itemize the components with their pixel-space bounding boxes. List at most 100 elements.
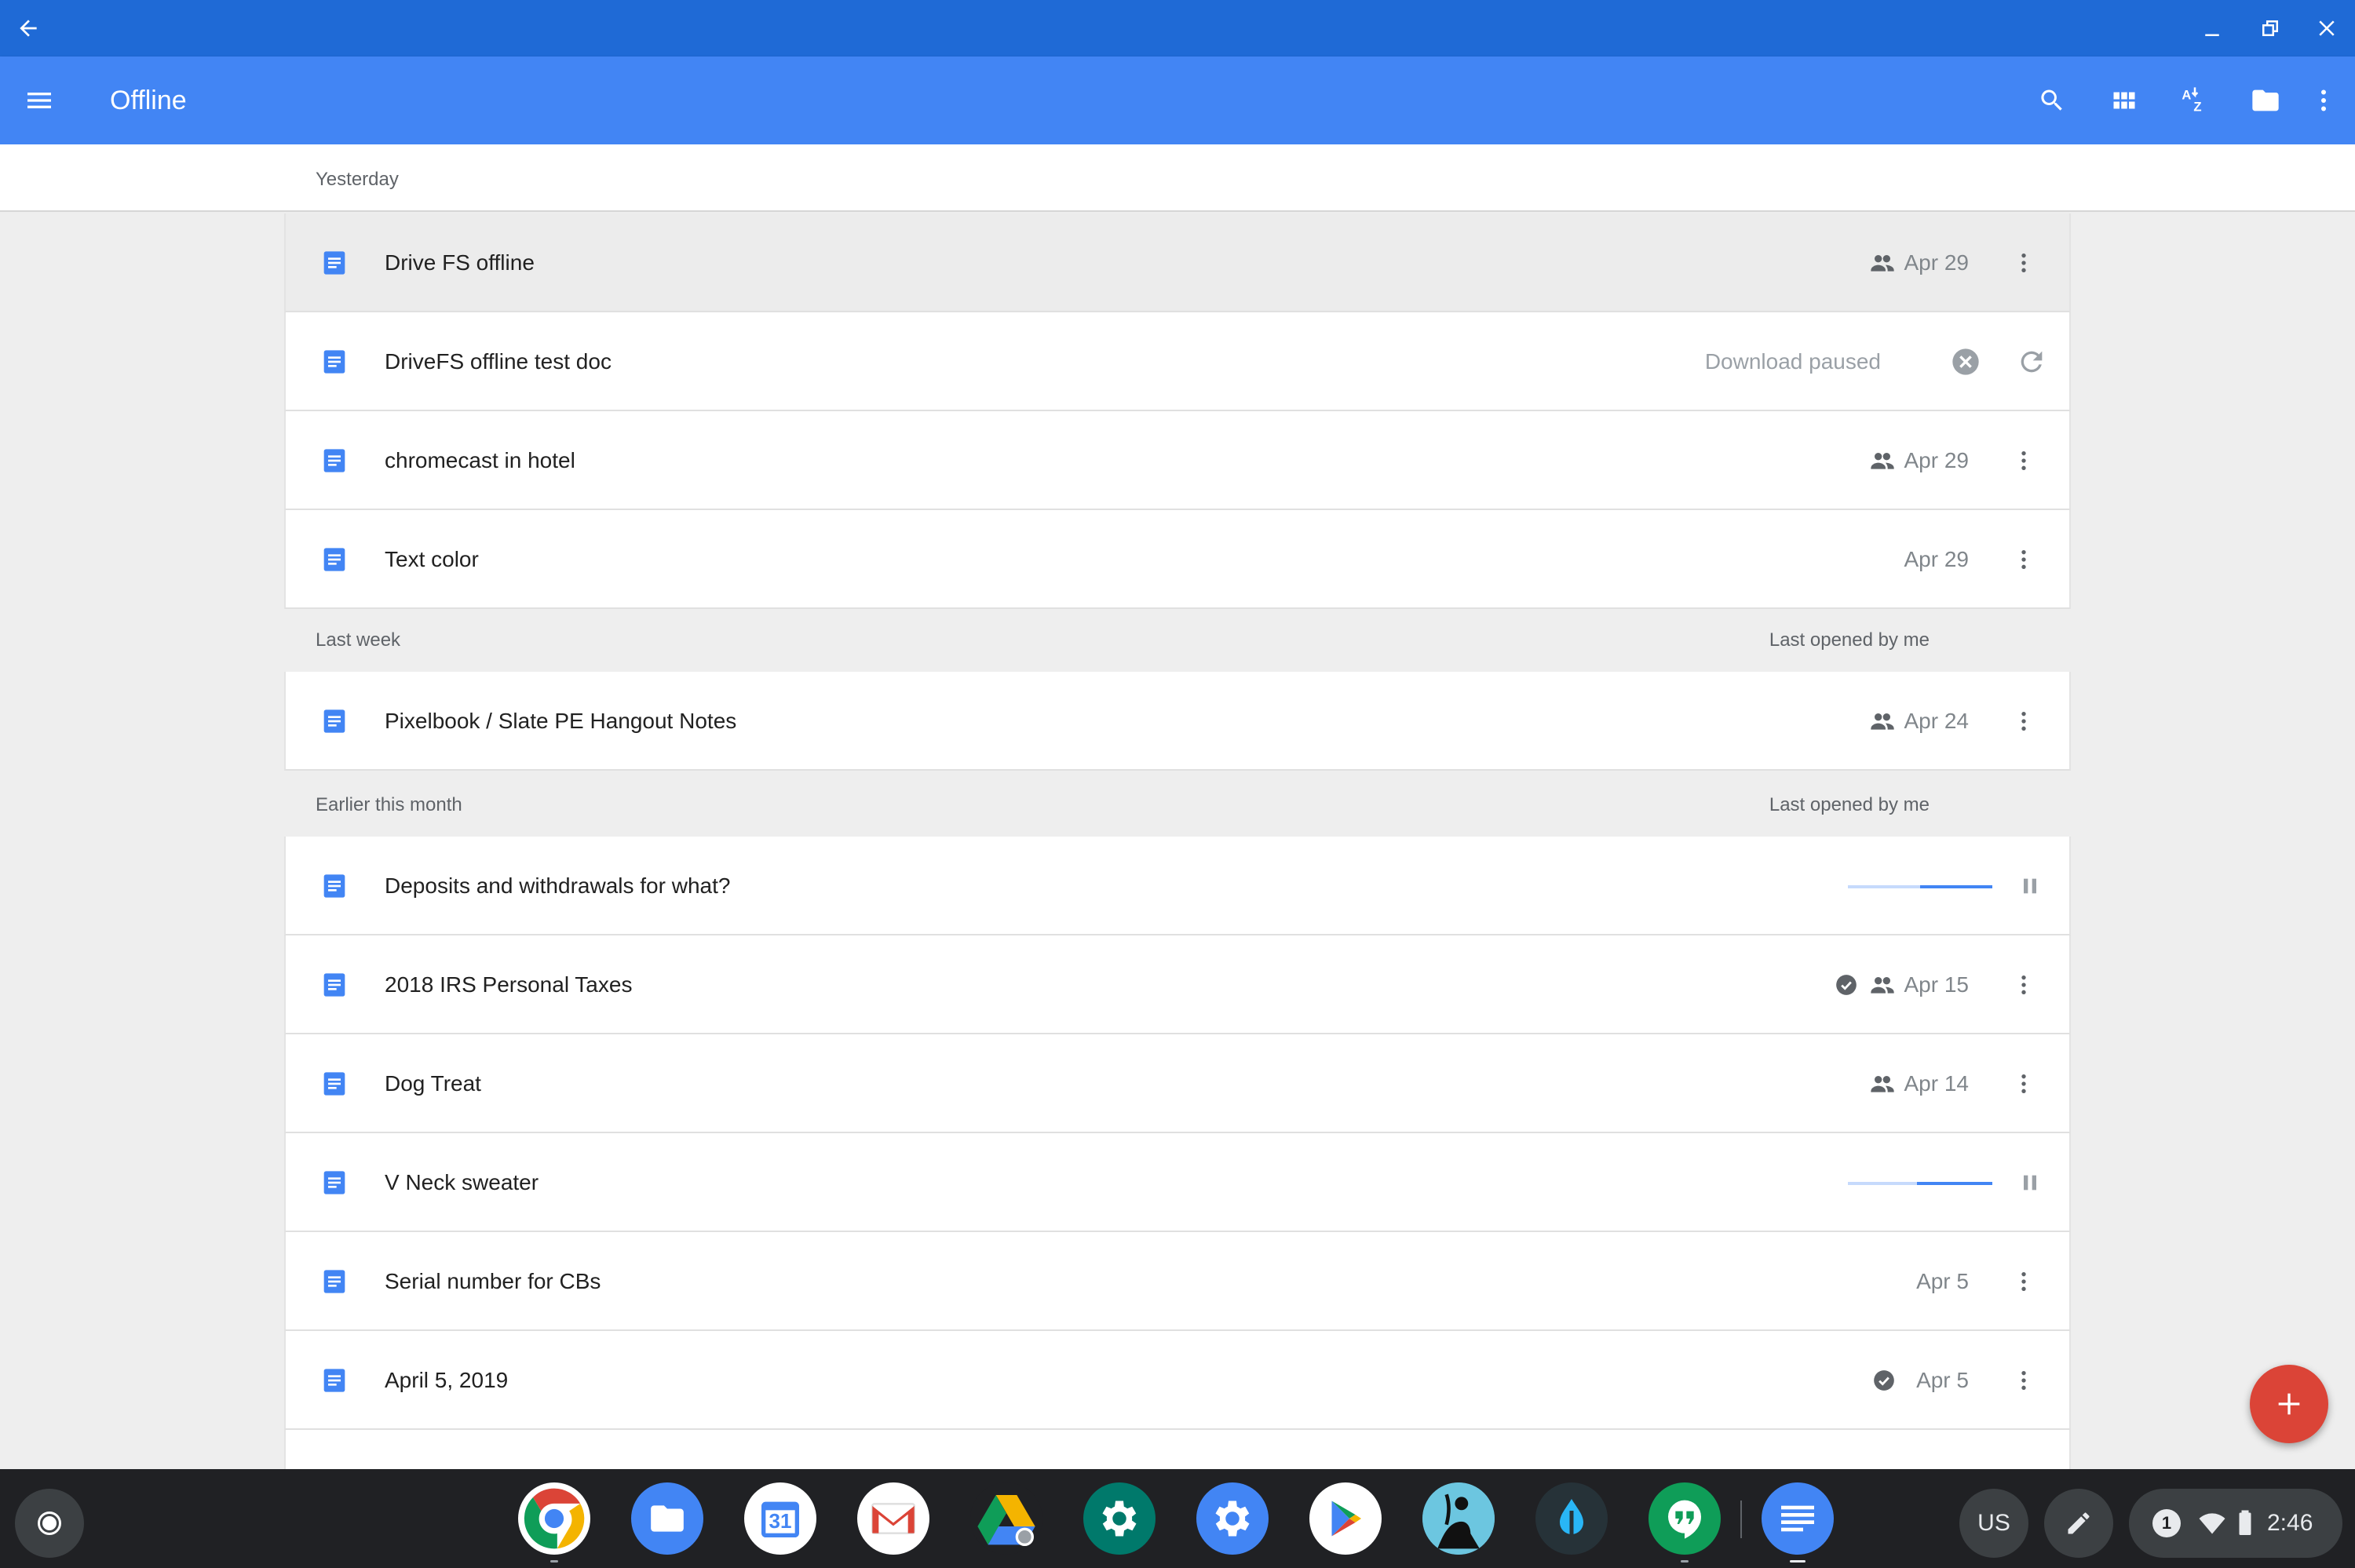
restore-button[interactable] bbox=[2242, 0, 2298, 57]
docs-file-icon bbox=[323, 1072, 345, 1096]
play-store-app[interactable] bbox=[1309, 1482, 1382, 1555]
progress-fill bbox=[1920, 885, 1992, 888]
list-item[interactable]: Drive FS offline Apr 29 bbox=[284, 213, 2071, 312]
wifi-icon bbox=[2199, 1513, 2225, 1534]
shared-people-icon bbox=[1871, 977, 1894, 994]
docs-file-icon bbox=[323, 1171, 345, 1194]
drive-app[interactable] bbox=[970, 1482, 1042, 1555]
files-app[interactable] bbox=[631, 1482, 703, 1555]
shelf-separator bbox=[1740, 1501, 1742, 1538]
file-date: Apr 29 bbox=[1904, 250, 1970, 275]
pause-icon bbox=[2024, 878, 2036, 894]
close-icon bbox=[2319, 20, 2335, 36]
files-icon bbox=[651, 1505, 684, 1532]
hangouts-app[interactable] bbox=[1648, 1482, 1721, 1555]
item-more-button[interactable] bbox=[2005, 1362, 2043, 1399]
window-title-bar bbox=[0, 0, 2355, 57]
search-button[interactable] bbox=[2024, 72, 2080, 129]
menu-button[interactable] bbox=[11, 72, 68, 129]
system-shelf: 31 US 1 2:46 bbox=[0, 1469, 2355, 1568]
offline-available-icon bbox=[1836, 975, 1857, 995]
status-tray[interactable]: 1 2:46 bbox=[2129, 1489, 2342, 1558]
hangouts-icon bbox=[1668, 1500, 1701, 1539]
kindle-app[interactable] bbox=[1422, 1482, 1495, 1555]
section-label: Earlier this month bbox=[316, 794, 462, 815]
item-more-button[interactable] bbox=[2005, 541, 2043, 578]
list-item[interactable]: DriveFS offline test doc Download paused bbox=[284, 312, 2071, 411]
list-item[interactable]: chromecast in hotel Apr 29 bbox=[284, 411, 2071, 510]
file-date: Apr 15 bbox=[1904, 972, 1970, 997]
list-item[interactable]: Dog Treat Apr 14 bbox=[284, 1034, 2071, 1133]
more-vert-icon bbox=[2321, 89, 2326, 111]
calendar-app[interactable]: 31 bbox=[744, 1482, 816, 1555]
more-options-button[interactable] bbox=[2295, 72, 2352, 129]
file-date: Apr 14 bbox=[1904, 1071, 1970, 1096]
list-item[interactable]: V Neck sweater bbox=[284, 1133, 2071, 1232]
close-button[interactable] bbox=[2298, 0, 2355, 57]
new-document-button[interactable] bbox=[2250, 1365, 2328, 1443]
list-item[interactable]: Pixelbook / Slate PE Hangout Notes Apr 2… bbox=[284, 672, 2071, 771]
docs-file-icon bbox=[323, 449, 345, 472]
arrow-back-icon bbox=[20, 20, 37, 37]
download-status: Download paused bbox=[1704, 349, 1881, 374]
more-vert-icon bbox=[2021, 712, 2026, 731]
pause-button[interactable] bbox=[2014, 1167, 2046, 1198]
input-method-button[interactable]: US bbox=[1959, 1489, 2028, 1558]
svg-text:Z: Z bbox=[2193, 99, 2201, 114]
hamburger-icon bbox=[27, 93, 51, 108]
settings-app[interactable] bbox=[1196, 1482, 1269, 1555]
ime-label: US bbox=[1977, 1510, 2010, 1536]
item-more-button[interactable] bbox=[2005, 966, 2043, 1004]
more-vert-icon bbox=[2021, 550, 2026, 569]
grid-view-button[interactable] bbox=[2096, 72, 2152, 129]
restore-icon bbox=[2262, 20, 2278, 36]
launcher-button[interactable] bbox=[15, 1489, 84, 1558]
minimize-button[interactable] bbox=[2184, 0, 2240, 57]
docs-icon bbox=[1781, 1505, 1814, 1532]
docs-file-icon bbox=[323, 874, 345, 898]
item-more-button[interactable] bbox=[2005, 244, 2043, 282]
chrome-app[interactable] bbox=[518, 1482, 590, 1555]
sort-button[interactable]: A Z bbox=[2167, 72, 2223, 129]
sort-label: Last opened by me bbox=[1769, 794, 1930, 815]
search-icon bbox=[2041, 89, 2062, 111]
cancel-icon[interactable] bbox=[1950, 346, 1981, 377]
retry-icon[interactable] bbox=[2016, 346, 2047, 377]
pause-button[interactable] bbox=[2014, 870, 2046, 902]
more-vert-icon bbox=[2021, 1074, 2026, 1093]
settings-teal-icon bbox=[1102, 1501, 1137, 1537]
docs-file-icon bbox=[323, 548, 345, 571]
docs-file-icon bbox=[323, 1369, 345, 1392]
item-more-button[interactable] bbox=[2005, 702, 2043, 740]
file-name: Drive FS offline bbox=[385, 250, 535, 275]
settings-teal-app[interactable] bbox=[1083, 1482, 1156, 1555]
sort-az-icon: A Z bbox=[2182, 87, 2201, 114]
dark-app[interactable] bbox=[1535, 1482, 1608, 1555]
minimize-icon bbox=[2205, 34, 2219, 36]
play-store-icon bbox=[1331, 1501, 1361, 1537]
list-item[interactable]: Serial number for CBs Apr 5 bbox=[284, 1232, 2071, 1331]
back-button[interactable] bbox=[0, 0, 57, 57]
item-more-button[interactable] bbox=[2005, 1263, 2043, 1300]
list-item[interactable]: Deposits and withdrawals for what? bbox=[284, 837, 2071, 935]
stylus-tools-button[interactable] bbox=[2044, 1489, 2113, 1558]
stylus-icon bbox=[2068, 1512, 2090, 1534]
item-more-button[interactable] bbox=[2005, 442, 2043, 480]
list-item[interactable]: 2018 IRS Personal Taxes Apr 15 bbox=[284, 935, 2071, 1034]
active-indicator bbox=[1790, 1560, 1806, 1563]
list-item[interactable]: Text color Apr 29 bbox=[284, 510, 2071, 609]
svg-text:A: A bbox=[2182, 87, 2191, 102]
running-indicator bbox=[550, 1560, 558, 1563]
gmail-app[interactable] bbox=[857, 1482, 929, 1555]
file-date: Apr 29 bbox=[1904, 547, 1970, 571]
page-title: Offline bbox=[110, 86, 187, 115]
section-header-earlier-this-month: Earlier this month Last opened by me bbox=[284, 772, 2071, 838]
folder-button[interactable] bbox=[2237, 72, 2294, 129]
shared-people-icon bbox=[1871, 255, 1894, 272]
docs-app[interactable] bbox=[1762, 1482, 1834, 1555]
more-vert-icon bbox=[2021, 975, 2026, 994]
shared-people-icon bbox=[1871, 1076, 1894, 1092]
list-item[interactable]: April 5, 2019 Apr 5 bbox=[284, 1331, 2071, 1430]
file-date: Apr 24 bbox=[1904, 709, 1970, 733]
item-more-button[interactable] bbox=[2005, 1065, 2043, 1103]
